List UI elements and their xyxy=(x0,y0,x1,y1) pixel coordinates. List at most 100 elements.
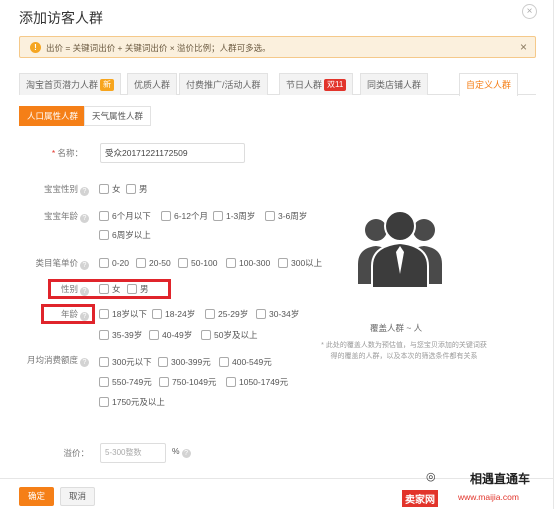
watermark-logo: 卖家网 xyxy=(402,490,438,507)
audience-tabs: 淘宝首页潜力人群新 优质人群 付费推广/活动人群 节日人群 双11 同类店铺人群 … xyxy=(19,73,536,96)
checkbox[interactable] xyxy=(213,211,223,221)
baby-age-label: 宝宝年龄? xyxy=(44,210,89,223)
baby-gender-male[interactable]: 男 xyxy=(126,183,148,195)
subtab-weather[interactable]: 天气属性人群 xyxy=(84,106,152,126)
monthly-spend-option[interactable]: 300元以下 xyxy=(99,356,152,368)
coverage-count: 覆盖人群 ~ 人 xyxy=(370,323,423,333)
checkbox[interactable] xyxy=(278,258,288,268)
category-price-label: 类目笔单价? xyxy=(35,257,89,270)
tab-holiday[interactable]: 节日人群 双11 xyxy=(279,73,354,95)
gender-female[interactable]: 女 xyxy=(99,283,121,295)
tab-custom[interactable]: 自定义人群 xyxy=(459,73,519,96)
monthly-spend-label: 月均消费额度? xyxy=(27,354,89,367)
age-option[interactable]: 18-24岁 xyxy=(152,308,195,320)
age-option[interactable]: 40-49岁 xyxy=(149,329,192,341)
baby-age-option[interactable]: 3-6周岁 xyxy=(265,210,307,222)
double11-badge: 双11 xyxy=(324,79,347,91)
checkbox[interactable] xyxy=(159,377,169,387)
baby-age-option[interactable]: 6-12个月 xyxy=(161,210,208,222)
audience-group-icon xyxy=(358,210,442,289)
checkbox[interactable] xyxy=(219,357,229,367)
category-price-option[interactable]: 100-300 xyxy=(226,257,270,269)
wechat-icon: ◎ xyxy=(426,471,436,483)
checkbox[interactable] xyxy=(226,258,236,268)
help-icon[interactable]: ? xyxy=(80,312,89,321)
checkbox[interactable] xyxy=(152,309,162,319)
monthly-spend-option[interactable]: 1050-1749元 xyxy=(226,376,288,388)
checkbox[interactable] xyxy=(99,230,109,240)
help-icon[interactable]: ? xyxy=(181,449,191,458)
tab-quality[interactable]: 优质人群 xyxy=(127,73,178,95)
age-option[interactable]: 30-34岁 xyxy=(256,308,299,320)
baby-gender-label: 宝宝性别? xyxy=(44,183,89,196)
help-icon[interactable]: ? xyxy=(80,261,89,270)
checkbox[interactable] xyxy=(158,357,168,367)
checkbox[interactable] xyxy=(99,377,109,387)
notice-close-icon[interactable]: × xyxy=(520,40,527,54)
help-icon[interactable]: ? xyxy=(80,214,89,223)
confirm-button[interactable]: 确定 xyxy=(19,487,55,506)
category-price-option[interactable]: 300以上 xyxy=(278,257,322,269)
checkbox[interactable] xyxy=(99,309,109,319)
baby-age-option[interactable]: 6个月以下 xyxy=(99,210,151,222)
tab-label: 同类店铺人群 xyxy=(367,80,422,90)
name-input[interactable]: 受众20171221172509 xyxy=(100,143,245,163)
checkbox[interactable] xyxy=(178,258,188,268)
checkbox[interactable] xyxy=(126,184,136,194)
checkbox[interactable] xyxy=(226,377,236,387)
age-option[interactable]: 35-39岁 xyxy=(99,329,142,341)
category-price-option[interactable]: 20-50 xyxy=(136,257,171,269)
monthly-spend-option[interactable]: 400-549元 xyxy=(219,356,272,368)
age-option[interactable]: 50岁及以上 xyxy=(201,329,257,341)
category-price-option[interactable]: 50-100 xyxy=(178,257,217,269)
tab-similar-shop[interactable]: 同类店铺人群 xyxy=(360,73,429,95)
tab-label: 自定义人群 xyxy=(466,80,512,90)
checkbox[interactable] xyxy=(205,309,215,319)
checkbox[interactable] xyxy=(99,258,109,268)
monthly-spend-option[interactable]: 550-749元 xyxy=(99,376,152,388)
help-icon[interactable]: ? xyxy=(80,187,89,196)
checkbox[interactable] xyxy=(99,357,109,367)
tab-paid-promotion[interactable]: 付费推广/活动人群 xyxy=(179,73,268,95)
baby-age-option[interactable]: 1-3周岁 xyxy=(213,210,255,222)
subtab-demographic[interactable]: 人口属性人群 xyxy=(19,106,87,126)
bid-input[interactable]: 5-300整数 xyxy=(100,443,166,463)
checkbox[interactable] xyxy=(99,211,109,221)
checkbox[interactable] xyxy=(99,284,109,294)
age-option[interactable]: 25-29岁 xyxy=(205,308,248,320)
baby-age-option[interactable]: 6周岁以上 xyxy=(99,229,151,241)
close-icon[interactable]: × xyxy=(522,4,537,19)
checkbox[interactable] xyxy=(136,258,146,268)
cancel-button[interactable]: 取消 xyxy=(60,487,96,506)
monthly-spend-option[interactable]: 1750元及以上 xyxy=(99,396,165,408)
checkbox[interactable] xyxy=(201,330,211,340)
checkbox[interactable] xyxy=(149,330,159,340)
tab-label: 淘宝首页潜力人群 xyxy=(26,80,99,90)
monthly-spend-option[interactable]: 300-399元 xyxy=(158,356,211,368)
checkbox[interactable] xyxy=(265,211,275,221)
checkbox[interactable] xyxy=(99,330,109,340)
help-icon[interactable]: ? xyxy=(80,358,89,367)
tab-label: 节日人群 xyxy=(286,80,323,90)
checkbox[interactable] xyxy=(99,397,109,407)
watermark-name: 相遇直通车 xyxy=(470,472,531,486)
checkbox[interactable] xyxy=(161,211,171,221)
age-label: 年龄? xyxy=(61,308,89,321)
baby-gender-female[interactable]: 女 xyxy=(99,183,121,195)
tab-label: 优质人群 xyxy=(134,80,171,90)
name-label: * 名称： xyxy=(51,148,83,158)
help-icon[interactable]: ? xyxy=(80,287,89,296)
checkbox[interactable] xyxy=(99,184,109,194)
gender-male[interactable]: 男 xyxy=(127,283,149,295)
checkbox[interactable] xyxy=(256,309,266,319)
category-price-option[interactable]: 0-20 xyxy=(99,257,129,269)
coverage-note: * 此处的覆盖人数为预估值，与您宝贝添加的关键词获得的覆盖的人群，以及本次的筛选… xyxy=(321,342,487,360)
tab-homepage-potential[interactable]: 淘宝首页潜力人群新 xyxy=(19,73,122,95)
add-audience-dialog: 添加访客人群 × ! 出价 = 关键词出价 + 关键词出价 × 溢价比例；人群可… xyxy=(0,0,554,509)
new-badge: 新 xyxy=(100,79,115,91)
notice-bar: ! 出价 = 关键词出价 + 关键词出价 × 溢价比例；人群可多选。 × xyxy=(19,36,536,58)
dialog-title: 添加访客人群 xyxy=(19,10,103,26)
monthly-spend-option[interactable]: 750-1049元 xyxy=(159,376,216,388)
checkbox[interactable] xyxy=(127,284,137,294)
age-option[interactable]: 18岁以下 xyxy=(99,308,147,320)
